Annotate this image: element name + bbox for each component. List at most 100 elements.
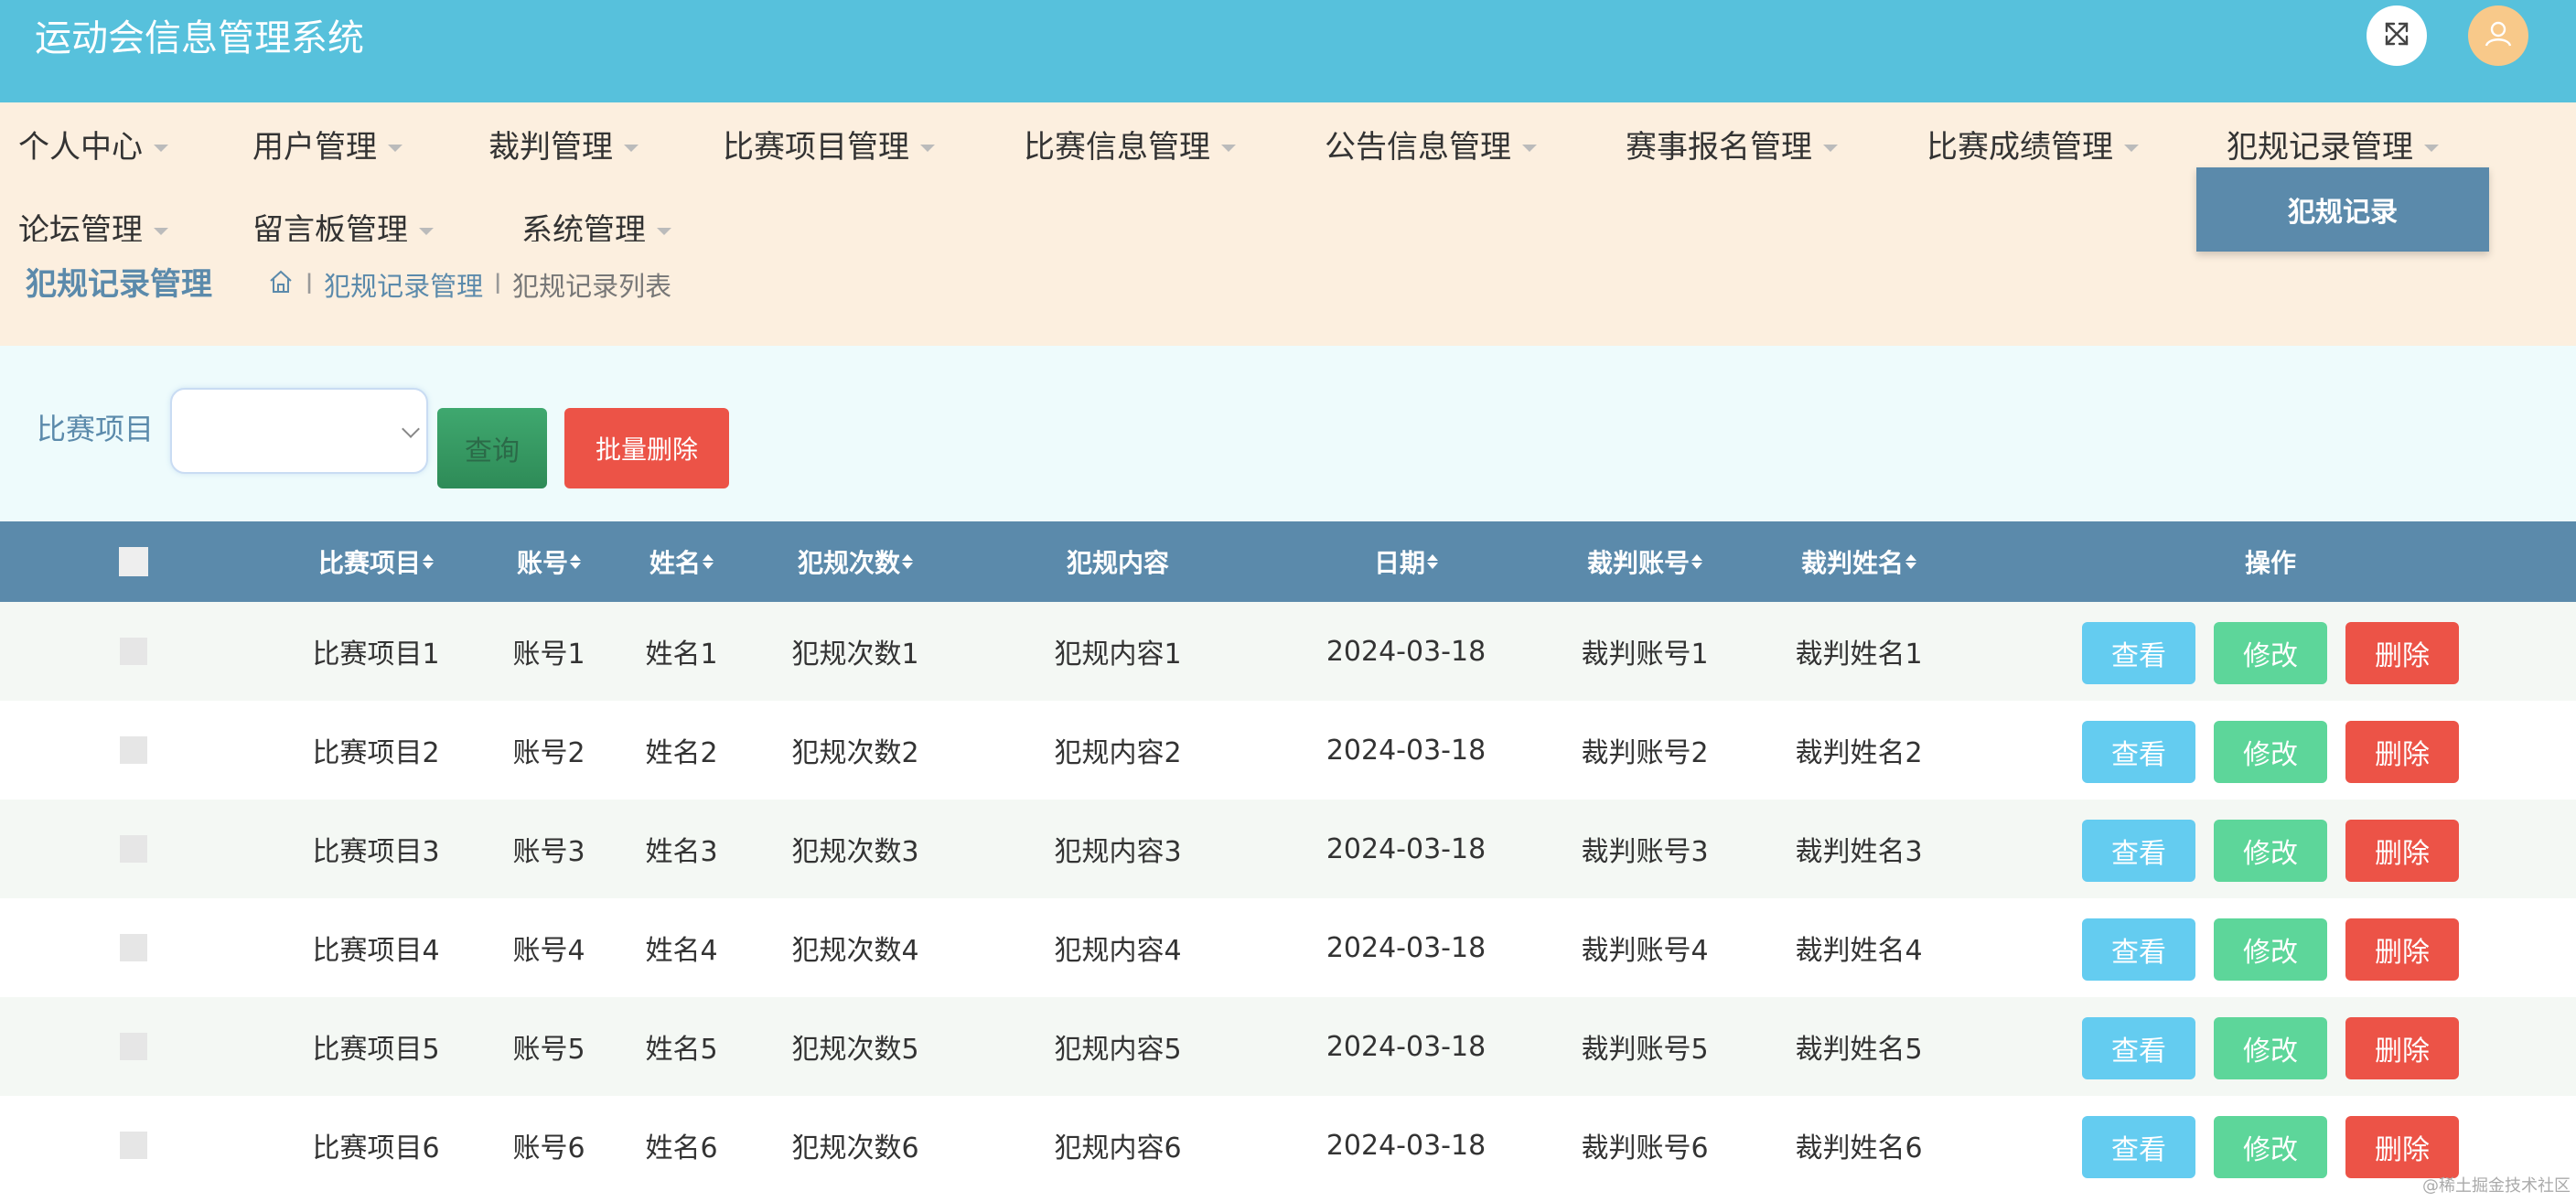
row-checkbox[interactable] [120, 736, 147, 764]
select-all-checkbox[interactable] [119, 547, 148, 576]
cell-event: 比赛项目3 [312, 836, 440, 868]
nav-event-management[interactable]: 比赛项目管理 [723, 124, 935, 170]
nav-user-management[interactable]: 用户管理 [252, 124, 402, 170]
column-header: 操作 [2245, 521, 2296, 602]
delete-button[interactable]: 删除 [2345, 1116, 2459, 1178]
caret-down-icon [1522, 145, 1537, 152]
column-header[interactable]: 犯规次数 [798, 521, 914, 602]
nav-registration-management[interactable]: 赛事报名管理 [1626, 124, 1838, 170]
sort-icon [570, 554, 582, 569]
nav-match-info-management[interactable]: 比赛信息管理 [1024, 124, 1236, 170]
user-avatar-button[interactable] [2468, 5, 2528, 66]
delete-button[interactable]: 删除 [2345, 820, 2459, 882]
row-checkbox[interactable] [120, 835, 147, 863]
nav-announcement-management[interactable]: 公告信息管理 [1325, 124, 1537, 170]
cell-referee-account: 裁判账号1 [1581, 639, 1709, 671]
edit-button[interactable]: 修改 [2214, 1017, 2327, 1079]
breadcrumb: l 犯规记录管理 l 犯规记录列表 [267, 262, 671, 307]
edit-button[interactable]: 修改 [2214, 918, 2327, 981]
column-header[interactable]: 账号 [516, 521, 582, 602]
column-label: 裁判账号 [1586, 548, 1690, 578]
view-button[interactable]: 查看 [2082, 622, 2195, 684]
delete-button[interactable]: 删除 [2345, 721, 2459, 783]
edit-button[interactable]: 修改 [2214, 820, 2327, 882]
cell-date: 2024-03-18 [1326, 734, 1487, 767]
cell-referee-account: 裁判账号6 [1581, 1132, 1709, 1164]
table-row: 比赛项目2 账号2 姓名2 犯规次数2 犯规内容2 2024-03-18 裁判账… [0, 701, 2576, 800]
search-label: 比赛项目 [37, 412, 155, 446]
fullscreen-button[interactable] [2367, 5, 2427, 66]
caret-down-icon [1221, 145, 1236, 152]
row-checkbox[interactable] [120, 1033, 147, 1060]
view-button[interactable]: 查看 [2082, 1116, 2195, 1178]
cell-event: 比赛项目5 [312, 1034, 440, 1066]
caret-down-icon [154, 228, 168, 235]
user-avatar-icon [2483, 18, 2514, 53]
column-header[interactable]: 裁判账号 [1586, 521, 1703, 602]
edit-button[interactable]: 修改 [2214, 622, 2327, 684]
cell-foul-count: 犯规次数2 [791, 737, 919, 769]
page-title: 犯规记录管理 [26, 266, 212, 303]
breadcrumb-separator: l [494, 269, 502, 300]
nav-label: 公告信息管理 [1325, 129, 1511, 166]
delete-button[interactable]: 删除 [2345, 1017, 2459, 1079]
column-header[interactable]: 比赛项目 [318, 521, 435, 602]
delete-button[interactable]: 删除 [2345, 918, 2459, 981]
nav-foul-records-management[interactable]: 犯规记录管理 [2227, 124, 2439, 170]
cell-foul-content: 犯规内容6 [1054, 1132, 1182, 1164]
delete-button[interactable]: 删除 [2345, 622, 2459, 684]
view-button[interactable]: 查看 [2082, 918, 2195, 981]
column-header[interactable]: 日期 [1374, 521, 1439, 602]
cell-referee-name: 裁判姓名4 [1795, 935, 1923, 967]
nav-results-management[interactable]: 比赛成绩管理 [1927, 124, 2139, 170]
row-checkbox[interactable] [120, 934, 147, 961]
nav-label: 裁判管理 [488, 129, 613, 166]
view-button[interactable]: 查看 [2082, 721, 2195, 783]
nav-dropdown-foul-records[interactable]: 犯规记录 [2196, 167, 2489, 252]
query-button[interactable]: 查询 [437, 408, 547, 488]
cell-referee-account: 裁判账号3 [1581, 836, 1709, 868]
caret-down-icon [419, 228, 434, 235]
column-label: 犯规内容 [1066, 548, 1170, 578]
cell-referee-account: 裁判账号5 [1581, 1034, 1709, 1066]
app-title: 运动会信息管理系统 [35, 17, 364, 59]
cell-foul-content: 犯规内容2 [1054, 737, 1182, 769]
cell-date: 2024-03-18 [1326, 931, 1487, 964]
expand-arrows-icon [2381, 18, 2412, 53]
column-header[interactable]: 姓名 [649, 521, 714, 602]
table-row: 比赛项目6 账号6 姓名6 犯规次数6 犯规内容6 2024-03-18 裁判账… [0, 1096, 2576, 1195]
nav-label: 比赛成绩管理 [1927, 129, 2113, 166]
event-select[interactable] [170, 388, 428, 474]
batch-delete-button[interactable]: 批量删除 [564, 408, 729, 488]
nav-personal-center[interactable]: 个人中心 [18, 124, 168, 170]
breadcrumb-bar: 犯规记录管理 l 犯规记录管理 l 犯规记录列表 [0, 241, 2576, 346]
cell-account: 账号5 [512, 1034, 585, 1066]
row-checkbox[interactable] [120, 1132, 147, 1159]
view-button[interactable]: 查看 [2082, 820, 2195, 882]
column-label: 操作 [2244, 548, 2297, 578]
nav-label: 赛事报名管理 [1626, 129, 1812, 166]
column-header[interactable]: 裁判姓名 [1801, 521, 1917, 602]
caret-down-icon [1823, 145, 1838, 152]
cell-name: 姓名2 [645, 737, 718, 769]
cell-foul-content: 犯规内容3 [1054, 836, 1182, 868]
column-label: 账号 [516, 548, 569, 578]
foul-records-table: 比赛项目 账号 姓名 犯规次数 犯规内容 日期 裁判账号 裁判姓名 操作 比赛项… [0, 521, 2576, 1202]
nav-referee-management[interactable]: 裁判管理 [488, 124, 639, 170]
row-checkbox[interactable] [120, 638, 147, 665]
edit-button[interactable]: 修改 [2214, 1116, 2327, 1178]
cell-account: 账号6 [512, 1132, 585, 1164]
edit-button[interactable]: 修改 [2214, 721, 2327, 783]
home-icon[interactable] [267, 268, 295, 302]
cell-foul-count: 犯规次数1 [791, 639, 919, 671]
cell-referee-account: 裁判账号2 [1581, 737, 1709, 769]
breadcrumb-link[interactable]: 犯规记录管理 [324, 265, 483, 304]
cell-referee-name: 裁判姓名5 [1795, 1034, 1923, 1066]
cell-foul-content: 犯规内容4 [1054, 935, 1182, 967]
sort-icon [703, 554, 714, 569]
watermark: @稀土掘金技术社区 [2422, 1176, 2571, 1196]
cell-date: 2024-03-18 [1326, 635, 1487, 668]
breadcrumb-current: 犯规记录列表 [512, 271, 672, 302]
view-button[interactable]: 查看 [2082, 1017, 2195, 1079]
cell-name: 姓名3 [645, 836, 718, 868]
